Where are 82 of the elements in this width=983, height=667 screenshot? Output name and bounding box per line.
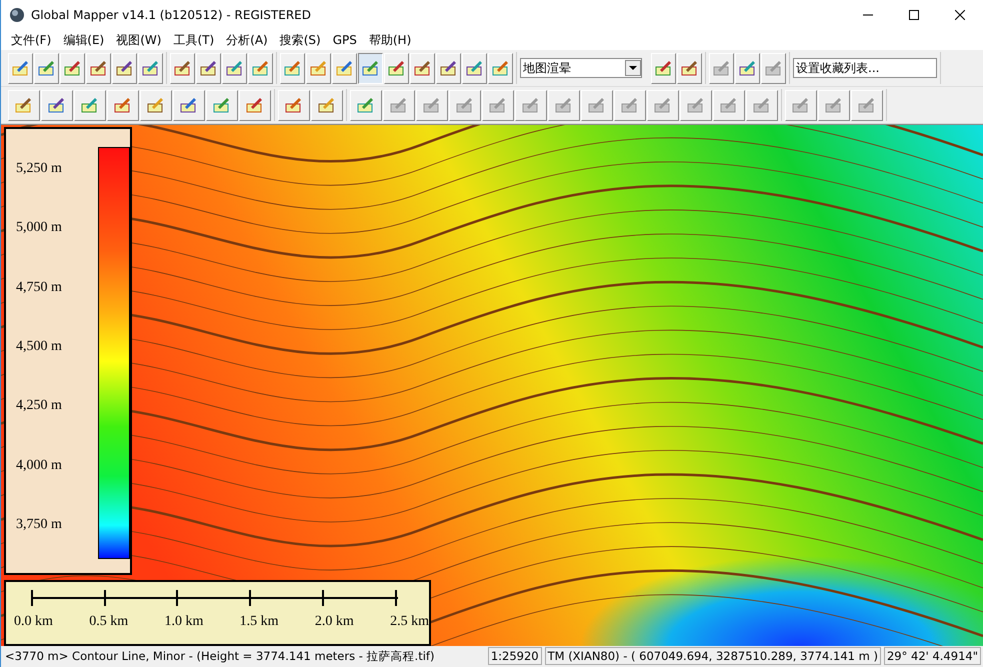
legend-label: 4,750 m: [16, 280, 63, 296]
map-scale: 1:25920: [488, 647, 542, 665]
pencil-icon: [146, 95, 166, 115]
pencil-icon: [464, 58, 484, 78]
pencil-icon: [438, 58, 458, 78]
coordinates: TM (XIAN80) - ( 607049.694, 3287510.289, 3774.141 m ): [544, 647, 881, 665]
pencil-icon: [764, 58, 784, 78]
pencil-icon: [334, 58, 354, 78]
pencil-icon: [284, 95, 304, 115]
pencil-icon: [198, 58, 218, 78]
pencil-icon: [521, 95, 541, 115]
pencil-icon: [680, 58, 700, 78]
menu-item[interactable]: GPS: [326, 33, 363, 47]
pencil-icon: [114, 58, 134, 78]
pencil-icon: [245, 95, 265, 115]
pencil-icon: [212, 95, 232, 115]
pencil-icon: [490, 58, 510, 78]
pencil-icon: [654, 58, 674, 78]
pencil-icon: [88, 58, 108, 78]
pencil-icon: [179, 95, 199, 115]
pencil-icon: [140, 58, 160, 78]
pencil-icon: [488, 95, 508, 115]
pencil-icon: [80, 95, 100, 115]
menu-item[interactable]: 帮助(H): [362, 32, 418, 48]
render-dropdown[interactable]: 地图渲晕: [520, 58, 642, 78]
legend-label: 4,000 m: [16, 458, 63, 474]
scale-label: 0.5 km: [89, 614, 128, 630]
pencil-icon: [719, 95, 739, 115]
menu-item[interactable]: 编辑(E): [57, 32, 110, 48]
pencil-icon: [14, 95, 34, 115]
menu-item[interactable]: 文件(F): [5, 32, 58, 48]
pencil-icon: [712, 58, 732, 78]
legend-label: 4,250 m: [16, 398, 63, 414]
scale-label: 0.0 km: [14, 614, 53, 630]
pencil-icon: [360, 58, 380, 78]
scale-label: 2.5 km: [390, 614, 429, 630]
scale-label: 1.5 km: [240, 614, 279, 630]
legend-label: 4,500 m: [16, 338, 63, 355]
pencil-icon: [824, 95, 844, 115]
pencil-icon: [224, 58, 244, 78]
pencil-icon: [47, 95, 67, 115]
pencil-icon: [455, 95, 475, 115]
pencil-icon: [389, 95, 409, 115]
pencil-icon: [317, 95, 337, 115]
latitude: 29° 42' 4.4914": [884, 647, 981, 665]
menu-item[interactable]: 分析(A): [220, 32, 274, 48]
pencil-icon: [686, 95, 706, 115]
scale-label: 1.0 km: [164, 614, 204, 630]
pencil-icon: [791, 95, 811, 115]
pencil-icon: [422, 95, 442, 115]
pencil-icon: [857, 95, 877, 115]
pencil-icon: [62, 58, 82, 78]
pencil-icon: [113, 95, 133, 115]
menu-item[interactable]: 工具(T): [167, 32, 220, 48]
menu-item[interactable]: 视图(W): [110, 32, 168, 48]
pencil-icon: [356, 95, 376, 115]
menu-item[interactable]: 搜索(S): [274, 32, 327, 48]
legend-label: 3,750 m: [16, 516, 63, 533]
pencil-icon: [752, 95, 772, 115]
pencil-icon: [10, 58, 30, 78]
toolbar-button[interactable]: [358, 52, 383, 84]
favorites-field[interactable]: 设置收藏列表...: [793, 58, 937, 78]
status-message: <3770 m> Contour Line, Minor - (Height = 3774.141 meters - 拉萨高程.tif): [4, 648, 436, 664]
pencil-icon: [250, 58, 270, 78]
close-icon[interactable]: [955, 10, 965, 20]
pencil-icon: [653, 95, 673, 115]
globe-icon: [9, 7, 25, 23]
legend-label: 5,250 m: [16, 161, 63, 177]
pencil-icon: [282, 58, 302, 78]
pencil-icon: [172, 58, 192, 78]
pencil-icon: [587, 95, 607, 115]
pencil-icon: [412, 58, 432, 78]
pencil-icon: [386, 58, 406, 78]
pencil-icon: [620, 95, 640, 115]
pencil-icon: [554, 95, 574, 115]
maximize-icon[interactable]: [909, 10, 919, 20]
legend-label: 5,000 m: [16, 220, 63, 236]
pencil-icon: [36, 58, 56, 78]
window-title: Global Mapper v14.1 (b120512) - REGISTERED: [31, 8, 311, 22]
scale-label: 2.0 km: [314, 614, 354, 630]
pencil-icon: [738, 58, 758, 78]
pencil-icon: [308, 58, 328, 78]
